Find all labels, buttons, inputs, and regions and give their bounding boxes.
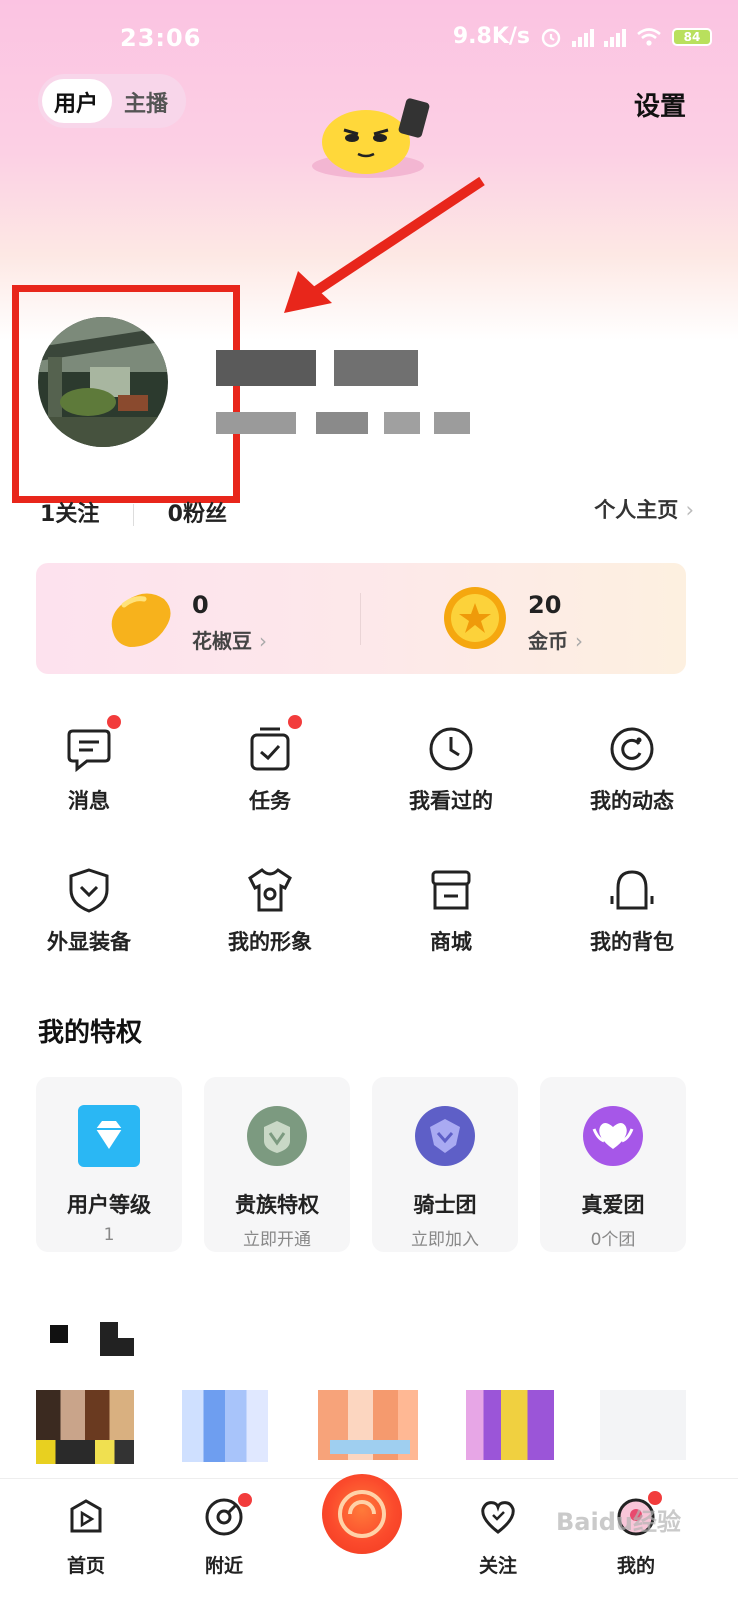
privilege-user-level[interactable]: 用户等级 1 [36, 1077, 182, 1252]
heart-badge-icon [583, 1106, 643, 1166]
status-bar: 23:06 9.8K/s 84 [0, 22, 738, 58]
tab-user[interactable]: 用户 [54, 86, 98, 118]
pepper-label: 花椒豆 [192, 629, 252, 653]
status-time: 23:06 [120, 24, 202, 52]
shop-icon [431, 870, 471, 910]
shortcut-backpack[interactable]: 我的背包 [562, 866, 702, 956]
pepper-bean-icon [111, 593, 171, 647]
privilege-subtitle: 立即开通 [243, 1230, 311, 1250]
gold-coin-icon [444, 587, 506, 649]
coin-label: 金币 [528, 629, 568, 653]
network-speed: 9.8K/s [452, 24, 530, 49]
privilege-noble[interactable]: 贵族特权 立即开通 [204, 1077, 350, 1252]
nav-home[interactable]: 首页 [36, 1497, 136, 1578]
coin-value: 20 [528, 591, 562, 619]
task-icon [250, 727, 290, 771]
privilege-subtitle: 0个团 [590, 1230, 636, 1250]
following-count: 1 [40, 502, 56, 527]
heart-icon [481, 1501, 515, 1534]
tshirt-icon [248, 868, 292, 912]
privilege-subtitle: 1 [103, 1225, 115, 1245]
message-icon [67, 729, 111, 773]
shortcut-label: 我的背包 [590, 930, 674, 954]
nav-label: 关注 [478, 1555, 517, 1577]
noble-badge-icon [247, 1106, 307, 1166]
knight-badge-icon [415, 1106, 475, 1166]
signal-icon [572, 27, 594, 47]
history-clock-icon [429, 727, 473, 771]
role-switch[interactable]: 用户 主播 [38, 74, 186, 128]
coin-link[interactable]: 金币 › [528, 625, 583, 654]
nav-label: 附近 [204, 1555, 243, 1577]
shortcut-history[interactable]: 我看过的 [381, 725, 521, 815]
privilege-true-love[interactable]: 真爱团 0个团 [540, 1077, 686, 1252]
shortcut-label: 消息 [68, 789, 110, 813]
task-badge [288, 715, 302, 729]
privilege-title: 贵族特权 [235, 1193, 319, 1217]
nearby-badge [238, 1493, 252, 1507]
homepage-label: 个人主页 [594, 498, 679, 522]
chevron-right-icon: › [258, 629, 267, 653]
shortcut-label: 我的形象 [228, 930, 312, 954]
shield-icon [69, 868, 109, 913]
following-stat[interactable]: 1关注 [40, 502, 99, 527]
settings-button[interactable]: 设置 [634, 86, 686, 123]
pepper-value: 0 [192, 591, 209, 619]
wallet-card: 0 花椒豆 › 20 金币 › [36, 563, 686, 674]
pepper-link[interactable]: 花椒豆 › [192, 625, 267, 654]
following-label: 关注 [55, 502, 100, 527]
shortcut-shop[interactable]: 商城 [381, 866, 521, 956]
homepage-link[interactable]: 个人主页 › [594, 494, 694, 524]
privileges-title: 我的特权 [38, 1018, 143, 1048]
privilege-title: 真爱团 [581, 1193, 645, 1217]
nav-follow[interactable]: 关注 [448, 1497, 548, 1578]
wifi-icon [637, 27, 661, 46]
annotation-highlight-box [12, 285, 240, 503]
shortcut-label: 我的动态 [590, 789, 674, 813]
chevron-right-icon: › [685, 498, 694, 522]
tab-anchor[interactable]: 主播 [124, 86, 168, 118]
diamond-icon [78, 1105, 140, 1167]
baidu-watermark: Baidu经验 [556, 1508, 681, 1536]
battery-icon: 84 [672, 27, 712, 46]
nav-label: 我的 [616, 1555, 655, 1577]
backpack-icon [610, 870, 654, 910]
nav-label: 首页 [66, 1555, 105, 1577]
nav-nearby[interactable]: 附近 [174, 1493, 274, 1578]
shortcut-message[interactable]: 消息 [19, 715, 159, 815]
mascot-icon [312, 98, 430, 178]
signal-icon-2 [604, 27, 626, 47]
privilege-title: 用户等级 [67, 1193, 151, 1217]
fans-stat[interactable]: 0粉丝 [168, 502, 227, 527]
chevron-right-icon: › [574, 629, 583, 653]
annotation-arrow [284, 176, 485, 313]
privilege-subtitle: 立即加入 [411, 1230, 479, 1250]
shortcut-label: 外显装备 [47, 930, 131, 954]
shortcut-label: 我看过的 [409, 789, 493, 813]
shortcut-task[interactable]: 任务 [200, 715, 340, 815]
shortcut-label: 任务 [249, 789, 291, 813]
live-camera-icon [338, 1490, 386, 1538]
privilege-knights[interactable]: 骑士团 立即加入 [372, 1077, 518, 1252]
wallet-divider [360, 593, 361, 645]
shortcut-label: 商城 [430, 930, 472, 954]
shortcut-moments[interactable]: 我的动态 [562, 725, 702, 815]
fans-label: 粉丝 [182, 502, 227, 527]
stats-divider [133, 504, 134, 526]
shortcut-avatar-look[interactable]: 我的形象 [200, 866, 340, 956]
fans-count: 0 [167, 502, 183, 527]
follow-stats: 1关注 0粉丝 [40, 496, 227, 528]
message-badge [107, 715, 121, 729]
alarm-icon [541, 28, 561, 47]
moments-icon [610, 727, 654, 771]
privilege-title: 骑士团 [413, 1193, 477, 1217]
home-play-icon [70, 1499, 102, 1533]
shortcut-equipment[interactable]: 外显装备 [19, 866, 159, 956]
go-live-button[interactable] [322, 1474, 402, 1554]
